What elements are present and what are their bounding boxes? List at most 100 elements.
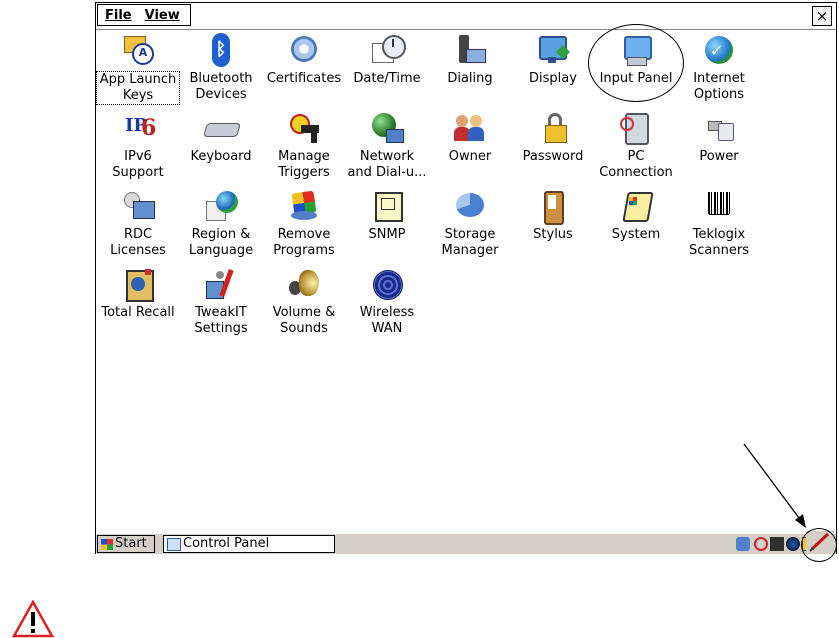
- item-label: TweakIT Settings: [194, 305, 248, 336]
- item-display[interactable]: Display: [511, 33, 595, 107]
- item-label: Network and Dial-u...: [347, 149, 427, 180]
- barcode-scanner-icon: [702, 189, 736, 223]
- start-label: Start: [115, 536, 147, 551]
- file-menu[interactable]: File: [105, 8, 132, 23]
- control-panel-window: File View × A App Launch Keys ᛒ Bluetoot…: [95, 2, 837, 554]
- item-label: Bluetooth Devices: [189, 71, 253, 102]
- item-label: Display: [529, 71, 577, 86]
- item-label: App Launch Keys: [96, 71, 180, 105]
- item-label: Power: [699, 149, 739, 164]
- system-icon: [619, 189, 654, 223]
- item-keyboard[interactable]: Keyboard: [179, 111, 263, 185]
- storage-manager-icon: [453, 189, 487, 223]
- item-network-dialup[interactable]: Network and Dial-u...: [345, 111, 429, 185]
- item-teklogix-scanners[interactable]: Teklogix Scanners: [677, 189, 761, 263]
- item-label: Storage Manager: [441, 227, 499, 258]
- internet-options-icon: ✓: [702, 33, 736, 67]
- item-label: Owner: [448, 149, 492, 164]
- dialing-icon: [453, 33, 487, 67]
- windows-flag-icon: [101, 539, 113, 550]
- item-label: IPv6 Support: [112, 149, 164, 180]
- control-panel-icon: [167, 538, 181, 551]
- control-panel-icon-grid: A App Launch Keys ᛒ Bluetooth Devices Ce…: [96, 31, 836, 511]
- taskbar-item-control-panel[interactable]: Control Panel: [163, 535, 335, 553]
- item-pc-connection[interactable]: PC Connection: [594, 111, 678, 185]
- region-language-icon: [204, 189, 238, 223]
- pointer-arrow: [743, 443, 806, 528]
- item-label: PC Connection: [599, 149, 673, 180]
- item-label: Manage Triggers: [278, 149, 330, 180]
- item-label: Remove Programs: [273, 227, 335, 258]
- item-date-time[interactable]: Date/Time: [345, 33, 429, 107]
- item-label: System: [611, 227, 661, 242]
- battery-tray-icon[interactable]: [770, 537, 784, 551]
- item-owner[interactable]: Owner: [428, 111, 512, 185]
- item-password[interactable]: Password: [511, 111, 595, 185]
- item-remove-programs[interactable]: Remove Programs: [262, 189, 346, 263]
- item-label: Keyboard: [190, 149, 252, 164]
- ipv6-icon: IP 6: [125, 115, 157, 141]
- item-power[interactable]: Power: [677, 111, 761, 185]
- item-label: Wireless WAN: [359, 305, 415, 336]
- password-icon: [536, 111, 570, 145]
- item-internet-options[interactable]: ✓ Internet Options: [677, 33, 761, 107]
- item-tweakit-settings[interactable]: TweakIT Settings: [179, 267, 263, 341]
- display-icon: [536, 33, 571, 67]
- item-app-launch-keys[interactable]: A App Launch Keys: [96, 33, 180, 107]
- pc-connection-icon: [619, 111, 653, 145]
- item-system[interactable]: System: [594, 189, 678, 263]
- item-ipv6-support[interactable]: IP 6 IPv6 Support: [96, 111, 180, 185]
- date-time-icon: [370, 33, 406, 67]
- wireless-wan-icon: [370, 267, 404, 301]
- remove-programs-icon: [287, 189, 321, 223]
- power-icon: [702, 111, 736, 145]
- network-tray-icon[interactable]: [736, 537, 750, 551]
- item-dialing[interactable]: Dialing: [428, 33, 512, 107]
- menu-bar: File View ×: [96, 3, 836, 30]
- item-total-recall[interactable]: Total Recall: [96, 267, 180, 341]
- item-snmp[interactable]: SNMP: [345, 189, 429, 263]
- item-label: SNMP: [368, 227, 406, 242]
- taskbar: Start Control Panel i: [96, 533, 836, 554]
- input-panel-highlight-circle: [588, 24, 684, 102]
- keyboard-icon: [203, 111, 241, 145]
- item-bluetooth-devices[interactable]: ᛒ Bluetooth Devices: [179, 33, 263, 107]
- wireless-tray-icon[interactable]: [786, 537, 800, 551]
- item-stylus[interactable]: Stylus: [511, 189, 595, 263]
- stylus-icon: [536, 189, 570, 225]
- certificates-icon: [287, 33, 321, 67]
- item-label: Dialing: [447, 71, 493, 86]
- item-label: Date/Time: [353, 71, 421, 86]
- tweakit-icon: [204, 267, 238, 301]
- volume-sounds-icon: [287, 267, 321, 301]
- rdc-licenses-icon: [121, 189, 155, 223]
- no-signal-tray-icon[interactable]: [754, 537, 768, 551]
- item-label: Internet Options: [693, 71, 745, 102]
- item-storage-manager[interactable]: Storage Manager: [428, 189, 512, 263]
- task-label: Control Panel: [183, 536, 270, 551]
- item-label: Volume & Sounds: [272, 305, 336, 336]
- owner-icon: [453, 111, 487, 145]
- item-label: Stylus: [533, 227, 573, 242]
- item-rdc-licenses[interactable]: RDC Licenses: [96, 189, 180, 263]
- bluetooth-icon: ᛒ: [204, 33, 238, 67]
- menu-group: File View: [97, 4, 191, 26]
- warning-icon: [12, 600, 54, 638]
- start-button[interactable]: Start: [97, 535, 155, 553]
- item-label: RDC Licenses: [110, 227, 166, 258]
- item-certificates[interactable]: Certificates: [262, 33, 346, 107]
- item-label: Certificates: [266, 71, 342, 86]
- item-manage-triggers[interactable]: Manage Triggers: [262, 111, 346, 185]
- close-button[interactable]: ×: [812, 6, 832, 26]
- total-recall-icon: [121, 267, 155, 302]
- item-label: Region & Language: [188, 227, 254, 258]
- item-wireless-wan[interactable]: Wireless WAN: [345, 267, 429, 341]
- view-menu[interactable]: View: [145, 8, 180, 23]
- item-volume-sounds[interactable]: Volume & Sounds: [262, 267, 346, 341]
- snmp-icon: [370, 189, 404, 223]
- app-launch-keys-icon: A: [121, 33, 155, 67]
- item-label: Teklogix Scanners: [689, 227, 749, 258]
- manage-triggers-icon: [287, 111, 321, 145]
- item-region-language[interactable]: Region & Language: [179, 189, 263, 263]
- item-label: Password: [522, 149, 584, 164]
